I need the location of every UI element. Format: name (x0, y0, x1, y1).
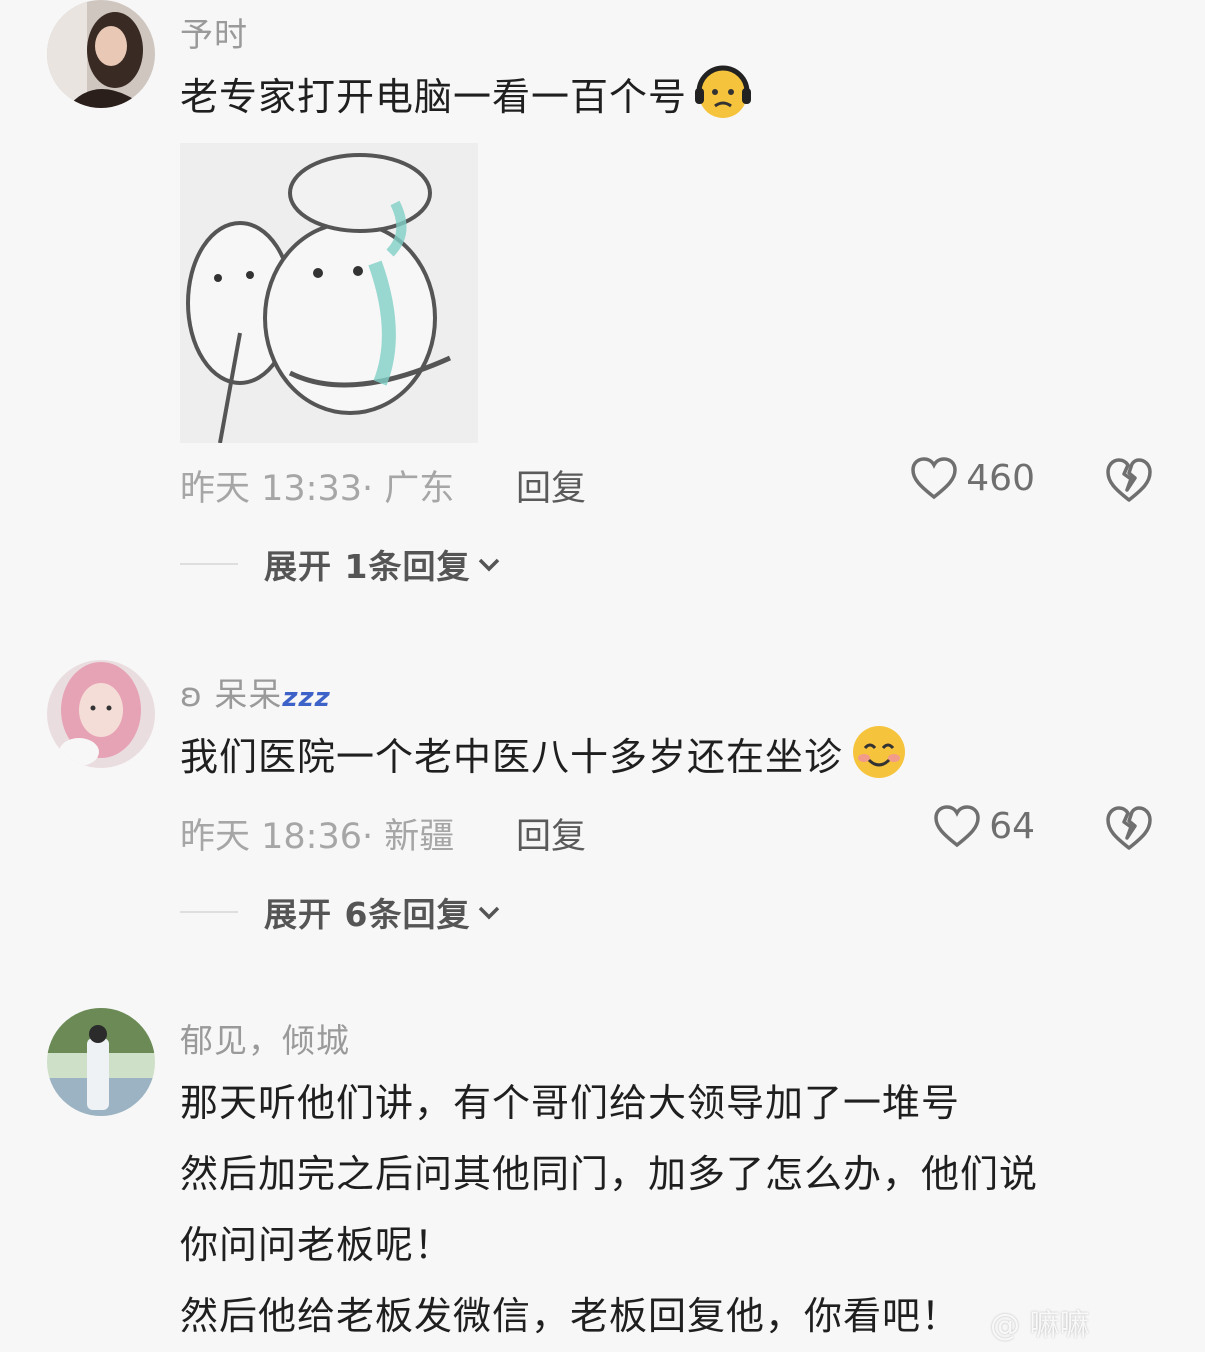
expand-replies-label: 展开 6条回复 (264, 895, 471, 934)
like-button[interactable]: 460 (910, 456, 1035, 500)
comment-line: 然后他给老板发微信，老板回复他，你看吧！ (180, 1294, 961, 1338)
like-count: 460 (966, 457, 1035, 499)
comment-item: 予时 老专家打开电脑一看一百个号 昨天 13:33· 广东 回复 460 展开 … (0, 0, 1205, 600)
avatar-image (47, 1008, 155, 1116)
comment-line: 那天听他们讲，有个哥们给大领导加了一堆号 (180, 1081, 961, 1125)
location: · 广东 (362, 469, 455, 509)
username[interactable]: 郁见，倾城 (180, 1014, 350, 1062)
username-text: ʚ 呆呆 (180, 675, 283, 714)
timestamp: 昨天 13:33 (180, 469, 362, 509)
comment-line: 然后加完之后问其他同门，加多了怎么办，他们说 (180, 1152, 1039, 1196)
like-button[interactable]: 64 (933, 804, 1035, 848)
dislike-button[interactable] (1105, 457, 1153, 503)
comment-item: 郁见，倾城 那天听他们讲，有个哥们给大领导加了一堆号 然后加完之后问其他同门，加… (0, 1008, 1205, 1349)
dislike-button[interactable] (1105, 805, 1153, 851)
chevron-down-icon (479, 558, 500, 572)
avatar-image (47, 0, 155, 108)
comment-meta: 昨天 18:36· 新疆 (180, 808, 454, 859)
expand-replies-button[interactable]: 展开 1条回复 (180, 540, 502, 588)
comment-line: 老专家打开电脑一看一百个号 (180, 75, 688, 119)
username[interactable]: ʚ 呆呆zzz (180, 668, 331, 716)
comment-meta: 昨天 13:33· 广东 (180, 460, 454, 511)
comment-line: 我们医院一个老中医八十多岁还在坐诊 (180, 735, 844, 779)
avatar[interactable] (47, 0, 155, 108)
comment-line: 你问问老板呢！ (180, 1223, 454, 1267)
hugging-crying-cartoon-sticker[interactable] (180, 143, 478, 443)
location: · 新疆 (362, 817, 455, 857)
heart-icon (934, 805, 980, 848)
expand-replies-label: 展开 1条回复 (264, 547, 471, 586)
divider (180, 563, 238, 565)
comment-item: ʚ 呆呆zzz 我们医院一个老中医八十多岁还在坐诊 昨天 18:36· 新疆 回… (0, 660, 1205, 960)
username[interactable]: 予时 (180, 8, 248, 56)
comment-text: 我们医院一个老中医八十多岁还在坐诊 (180, 722, 909, 793)
timestamp: 昨天 18:36 (180, 817, 362, 857)
reply-button[interactable]: 回复 (516, 808, 586, 859)
expand-replies-button[interactable]: 展开 6条回复 (180, 888, 502, 936)
comment-text: 那天听他们讲，有个哥们给大领导加了一堆号 然后加完之后问其他同门，加多了怎么办，… (180, 1068, 1038, 1352)
smiling-blush-emoji (853, 726, 906, 778)
heart-icon (911, 457, 958, 500)
watermark: @ 嘛嘛 (990, 1308, 1090, 1343)
comment-text: 老专家打开电脑一看一百个号 (180, 62, 753, 133)
reply-button[interactable]: 回复 (516, 460, 586, 511)
sleep-badge: zzz (282, 683, 331, 713)
chevron-down-icon (479, 906, 500, 920)
avatar-image (47, 660, 155, 768)
broken-heart-icon (1106, 806, 1152, 850)
like-count: 64 (989, 805, 1035, 847)
avatar[interactable] (47, 660, 155, 768)
broken-heart-icon (1106, 458, 1152, 502)
avatar[interactable] (47, 1008, 155, 1116)
divider (180, 911, 238, 913)
worried-headphones-emoji (695, 65, 752, 118)
